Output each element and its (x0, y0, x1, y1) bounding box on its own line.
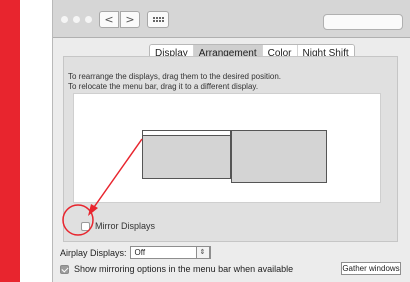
show-mirroring-label: Show mirroring options in the menu bar w… (74, 264, 294, 274)
show-mirroring-option[interactable]: Show mirroring options in the menu bar w… (60, 264, 293, 274)
mirror-displays-label: Mirror Displays (95, 221, 156, 231)
gather-windows-button[interactable]: Gather windows (341, 262, 401, 275)
system-preferences-window: < > Display Arrangement Color Night Shif… (52, 0, 410, 282)
forward-button[interactable]: > (120, 11, 140, 28)
arrangement-instructions: To rearrange the displays, drag them to … (68, 72, 281, 92)
airplay-displays-label: Airplay Displays: (60, 247, 127, 258)
menu-bar-strip[interactable] (143, 131, 230, 136)
mirror-displays-checkbox[interactable] (81, 221, 90, 231)
chevron-right-icon: > (125, 13, 135, 26)
instruction-line: To rearrange the displays, drag them to … (68, 72, 282, 81)
primary-display[interactable] (142, 130, 231, 179)
display-arrangement-area (73, 93, 381, 203)
minimize-window-button[interactable] (73, 16, 80, 23)
title-bar: < > (53, 0, 410, 38)
airplay-select-value: Off (134, 248, 146, 257)
airplay-displays-row: Airplay Displays: Off ⇕ (60, 246, 211, 259)
mirror-displays-option[interactable]: Mirror Displays (81, 221, 155, 231)
secondary-display[interactable] (231, 130, 327, 183)
back-button[interactable]: < (99, 11, 119, 28)
zoom-window-button[interactable] (85, 16, 92, 23)
search-field[interactable] (323, 14, 403, 30)
updown-arrows-icon: ⇕ (195, 246, 210, 259)
chevron-left-icon: < (104, 13, 114, 26)
grid-icon (152, 17, 164, 22)
instruction-line: To relocate the menu bar, drag it to a d… (68, 82, 259, 91)
show-all-button[interactable] (147, 11, 169, 28)
close-window-button[interactable] (61, 16, 68, 23)
navigation-buttons: < > (99, 11, 141, 28)
airplay-displays-select[interactable]: Off ⇕ (129, 246, 211, 259)
red-margin-bar (0, 0, 20, 282)
show-mirroring-checkbox[interactable] (60, 264, 69, 274)
